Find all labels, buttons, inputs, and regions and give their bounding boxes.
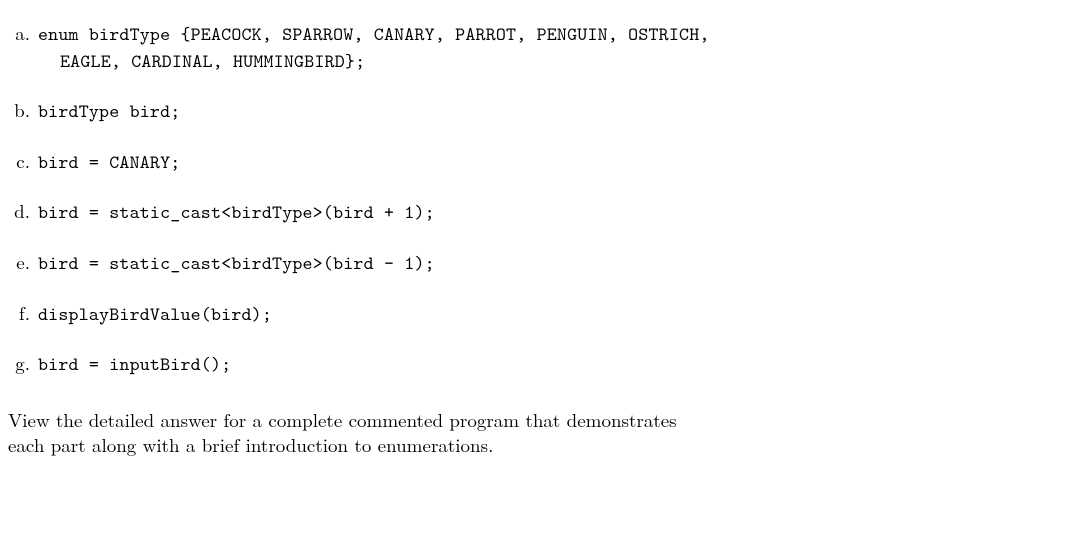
code-block: bird = inputBird(); [38, 352, 231, 379]
code-line: birdType bird; [38, 99, 180, 124]
list-item: a. enum birdType {PEACOCK, SPARROW, CANA… [8, 20, 1067, 75]
item-marker: g. [8, 350, 38, 377]
list-item: b. birdType bird; [8, 97, 1067, 126]
code-block: bird = CANARY; [38, 150, 180, 177]
list-item: e. bird = static_cast<birdType>(bird - 1… [8, 249, 1067, 278]
enum-list: a. enum birdType {PEACOCK, SPARROW, CANA… [8, 20, 1067, 379]
footer-line: each part along with a brief introductio… [8, 431, 493, 458]
code-line: bird = static_cast<birdType>(bird - 1); [38, 251, 435, 276]
list-item: g. bird = inputBird(); [8, 350, 1067, 379]
footer-line: View the detailed answer for a complete … [8, 406, 677, 433]
list-item: d. bird = static_cast<birdType>(bird + 1… [8, 198, 1067, 227]
item-marker: d. [8, 198, 38, 225]
code-line: bird = static_cast<birdType>(bird + 1); [38, 200, 435, 225]
code-block: enum birdType {PEACOCK, SPARROW, CANARY,… [38, 22, 710, 75]
list-item: f. displayBirdValue(bird); [8, 300, 1067, 329]
code-block: birdType bird; [38, 99, 180, 126]
code-block: displayBirdValue(bird); [38, 302, 272, 329]
list-item: c. bird = CANARY; [8, 148, 1067, 177]
code-line: displayBirdValue(bird); [38, 302, 272, 327]
code-block: bird = static_cast<birdType>(bird + 1); [38, 200, 435, 227]
item-marker: e. [8, 249, 38, 276]
code-continuation: EAGLE, CARDINAL, HUMMINGBIRD}; [38, 49, 710, 76]
item-marker: b. [8, 97, 38, 124]
item-marker: f. [8, 300, 38, 327]
code-line: bird = CANARY; [38, 150, 180, 175]
footer-paragraph: View the detailed answer for a complete … [8, 407, 1067, 458]
code-line: bird = inputBird(); [38, 352, 231, 377]
code-line: enum birdType {PEACOCK, SPARROW, CANARY,… [38, 22, 710, 47]
item-marker: c. [8, 148, 38, 175]
item-marker: a. [8, 20, 38, 47]
code-block: bird = static_cast<birdType>(bird - 1); [38, 251, 435, 278]
